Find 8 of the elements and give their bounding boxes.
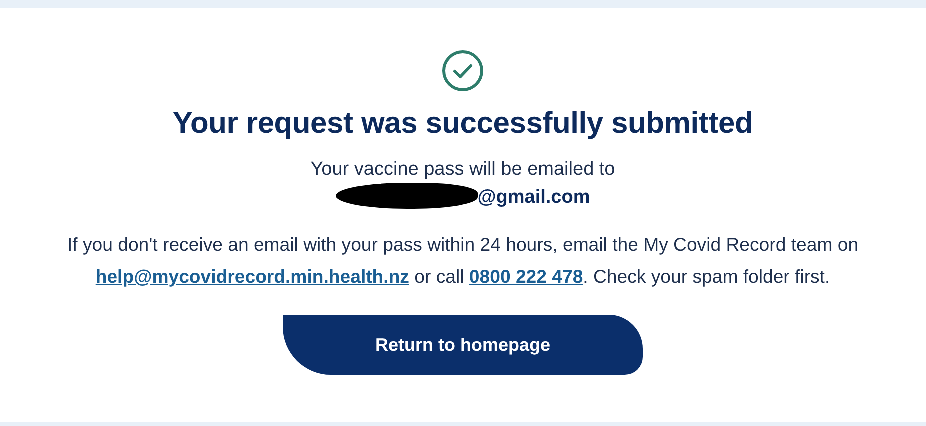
return-home-button[interactable]: Return to homepage: [283, 315, 643, 375]
help-paragraph: If you don't receive an email with your pass within 24 hours, email the My Covid Record team on help@mycovidrecord.min.health.nz or call 0800 222 478. Check your spam folder first.: [66, 233, 860, 289]
page-heading: Your request was successfully submitted: [172, 107, 754, 141]
email-address: @gmail.com: [478, 187, 590, 209]
help-link[interactable]: 0800 222 478: [469, 266, 584, 287]
notice-text: Your vaccine pass will be emailed to: [310, 159, 616, 181]
help-link[interactable]: help@mycovidrecord.min.health.nz: [96, 266, 410, 287]
check-circle-icon: [442, 50, 484, 92]
